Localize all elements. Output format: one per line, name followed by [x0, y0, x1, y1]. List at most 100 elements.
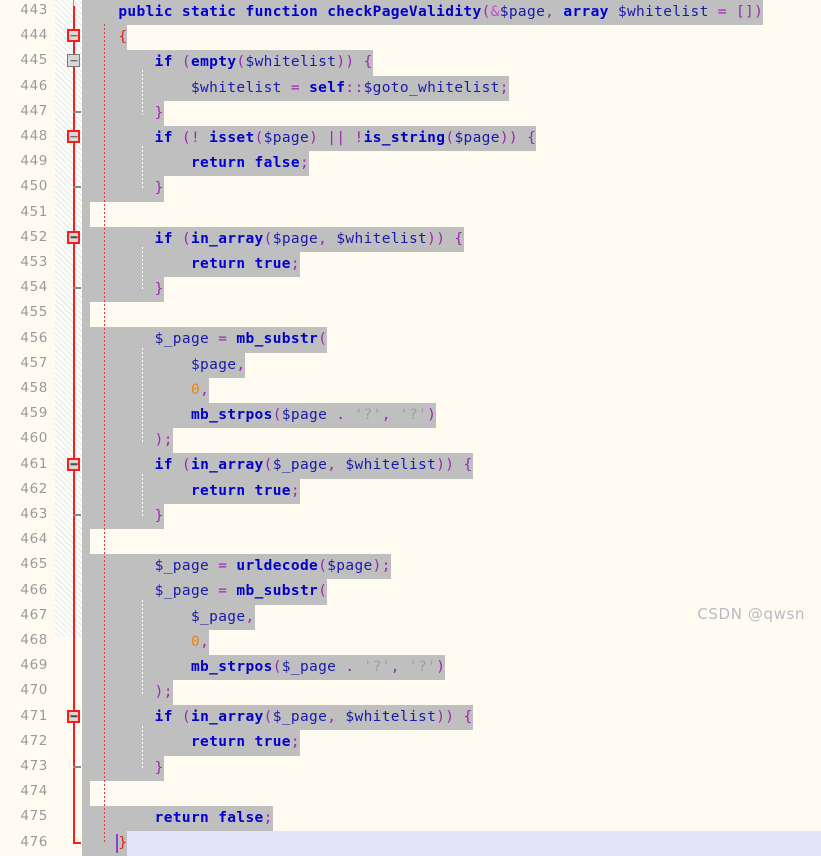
- token-ws: [454, 709, 463, 725]
- token-ws: [518, 130, 527, 146]
- token-str: '?': [399, 407, 428, 423]
- token-punc: .: [336, 407, 346, 423]
- code-line[interactable]: if (in_array($page, $whitelist)) {: [82, 226, 821, 252]
- token-ws: [327, 231, 336, 247]
- token-fn: in_array: [191, 457, 264, 474]
- code-content[interactable]: public static function checkPageValidity…: [82, 0, 821, 856]
- fold-collapse-icon[interactable]: [67, 709, 80, 723]
- token-kw: if: [154, 54, 173, 71]
- token-punc: (: [263, 230, 273, 247]
- fold-region-end-icon[interactable]: [73, 186, 81, 189]
- selected-code: return true;: [82, 251, 300, 278]
- code-line[interactable]: }: [82, 503, 821, 529]
- code-line[interactable]: $_page = mb_substr(: [82, 327, 821, 353]
- code-line[interactable]: );: [82, 680, 821, 706]
- selected-code: $_page = urldecode($page);: [82, 554, 391, 580]
- fold-region-end-icon[interactable]: [73, 110, 81, 113]
- token-ws: [282, 80, 291, 96]
- token-kw: function: [245, 4, 319, 20]
- code-line[interactable]: mb_strpos($_page . '?', '?'): [82, 654, 821, 681]
- selected-code: 0,: [82, 629, 210, 655]
- token-ws: [173, 4, 182, 20]
- token-ws: [82, 130, 155, 146]
- line-number: 466: [20, 581, 48, 598]
- code-line[interactable]: [82, 302, 821, 328]
- code-line[interactable]: [82, 528, 821, 555]
- line-number: 451: [20, 203, 48, 220]
- fold-region-end-icon[interactable]: [73, 766, 81, 768]
- fold-collapse-icon[interactable]: [67, 54, 80, 68]
- token-punc: ,: [545, 4, 555, 20]
- fold-region-end-icon[interactable]: [73, 287, 81, 290]
- token-punc: ;: [299, 155, 310, 172]
- token-punc: ;: [290, 255, 300, 272]
- fold-region-end-icon[interactable]: [73, 841, 81, 844]
- code-line[interactable]: return true;: [82, 251, 821, 278]
- code-line[interactable]: $page,: [82, 352, 821, 378]
- code-line[interactable]: }: [82, 831, 821, 856]
- token-ws: [82, 760, 155, 776]
- token-var: $whitelist: [345, 709, 437, 726]
- selected-code: return true;: [82, 478, 300, 504]
- code-line[interactable]: {: [82, 25, 821, 51]
- code-line[interactable]: return true;: [82, 478, 821, 504]
- token-punc: (: [272, 658, 282, 675]
- fold-collapse-icon[interactable]: [67, 457, 80, 471]
- token-punc: (: [263, 709, 273, 726]
- line-number: 476: [20, 833, 48, 850]
- token-ws: [300, 80, 309, 96]
- token-kw: return: [190, 482, 246, 499]
- token-str: '?': [408, 658, 437, 675]
- selected-code: mb_strpos($page . '?', '?'): [82, 403, 437, 429]
- code-line[interactable]: return false;: [82, 151, 821, 177]
- watermark-label: CSDN @qwsn: [697, 605, 805, 623]
- token-punc: ;: [499, 79, 509, 96]
- token-ws: [82, 357, 191, 373]
- code-line[interactable]: $_page = mb_substr(: [82, 579, 821, 605]
- token-ws: [354, 659, 363, 675]
- code-line[interactable]: }: [82, 277, 821, 303]
- line-number: 464: [20, 531, 48, 548]
- token-var: $page: [190, 356, 237, 373]
- code-editor[interactable]: 443 444 445 446 447 448 449 450 451 452 453 454 455 4…: [0, 0, 821, 856]
- minus-icon: [70, 60, 77, 62]
- code-line[interactable]: if (! isset($page) || !is_string($page))…: [82, 125, 821, 152]
- fold-collapse-icon[interactable]: [67, 29, 80, 43]
- code-line[interactable]: return false;: [82, 806, 821, 832]
- code-line[interactable]: if (in_array($_page, $whitelist)) {: [82, 453, 821, 479]
- code-line[interactable]: 0,: [82, 377, 821, 403]
- code-line[interactable]: );: [82, 428, 821, 454]
- fold-collapse-icon[interactable]: [67, 230, 80, 244]
- code-line[interactable]: 0,: [82, 629, 821, 655]
- token-punc: ,: [245, 608, 255, 625]
- line-number: 447: [20, 102, 48, 119]
- code-line[interactable]: if (empty($whitelist)) {: [82, 50, 821, 76]
- token-var: $whitelist: [345, 457, 437, 474]
- code-line[interactable]: public static function checkPageValidity…: [82, 0, 821, 26]
- token-fn: empty: [191, 54, 237, 71]
- code-folding-gutter[interactable]: [55, 0, 82, 844]
- code-line[interactable]: }: [82, 100, 821, 126]
- code-line[interactable]: }: [82, 176, 821, 202]
- token-ws: [354, 54, 363, 70]
- code-line[interactable]: $_page = urldecode($page);: [82, 554, 821, 580]
- token-kw: return: [190, 734, 246, 751]
- line-number: 472: [20, 732, 48, 749]
- code-line[interactable]: return true;: [82, 730, 821, 756]
- code-line[interactable]: [82, 201, 821, 227]
- code-line[interactable]: mb_strpos($page . '?', '?'): [82, 403, 821, 429]
- token-var: $_page: [154, 558, 210, 575]
- token-ws: [82, 29, 118, 45]
- fold-collapse-icon[interactable]: [67, 130, 80, 143]
- fold-region-end-icon[interactable]: [73, 514, 81, 516]
- token-ws: [82, 256, 191, 272]
- token-ws: [82, 180, 155, 196]
- token-op: =: [717, 4, 727, 20]
- code-line[interactable]: [82, 780, 821, 806]
- code-line[interactable]: }: [82, 755, 821, 781]
- code-line[interactable]: $whitelist = self::$goto_whitelist;: [82, 75, 821, 101]
- selected-code: }: [82, 831, 128, 856]
- line-number: 456: [20, 329, 48, 346]
- token-var: $_page: [190, 608, 246, 625]
- code-line[interactable]: if (in_array($_page, $whitelist)) {: [82, 705, 821, 731]
